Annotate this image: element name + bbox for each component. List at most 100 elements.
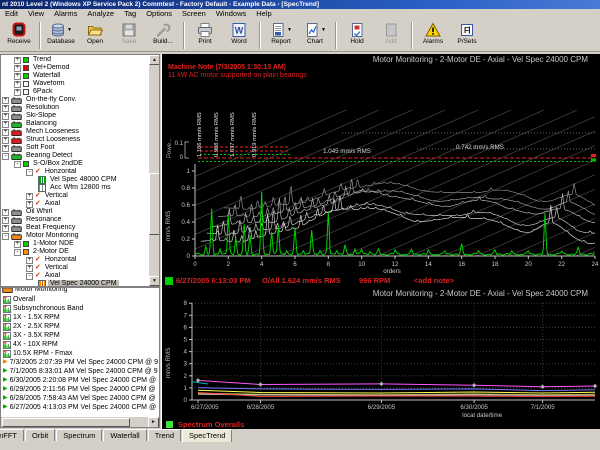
expand-icon[interactable]: + <box>2 96 9 104</box>
expand-icon[interactable]: + <box>2 112 9 120</box>
menu-item-analyze[interactable]: Analyze <box>82 9 119 19</box>
tree-item-bearing-detect[interactable]: - Bearing Detect <box>2 152 147 160</box>
toolbar-button-add[interactable]: Add <box>375 21 407 50</box>
tree-item-vertical[interactable]: + ✓ Vertical <box>2 192 147 200</box>
tree-vertical-scrollbar[interactable]: ▲ ▼ <box>148 55 159 286</box>
collapse-icon[interactable]: - <box>2 152 9 160</box>
trend-plot[interactable]: 0 1 2 3 4 5 6 7 8 6/27/2005 6/28/2005 6/29/2005 6/30… <box>162 288 600 419</box>
expand-icon[interactable]: + <box>26 192 33 200</box>
tree-item-axial[interactable]: + ✓ Axial <box>2 200 147 208</box>
tree-item-waveform[interactable]: + Waveform <box>2 80 147 88</box>
tree-item-partial[interactable]: Motor Monitoring <box>2 288 158 295</box>
menu-item-screen[interactable]: Screen <box>177 9 211 19</box>
tab-orbit[interactable]: Orbit <box>25 429 56 441</box>
dropdown-arrow-icon[interactable]: ▼ <box>67 27 72 33</box>
menu-item-windows[interactable]: Windows <box>211 9 251 19</box>
band-item-2x-2-5x-rpm[interactable]: 2X - 2.5X RPM <box>2 322 158 331</box>
expand-icon[interactable]: + <box>2 120 9 128</box>
expand-icon[interactable]: + <box>14 240 21 248</box>
measurement-item[interactable]: ▶ 6/30/2005 2:20:08 PM Vel Spec 24000 CPM… <box>2 376 158 385</box>
expand-icon[interactable]: + <box>26 200 33 208</box>
tree-item-vel-spec-24000-cpm[interactable]: Vel Spec 24000 CPM <box>2 280 147 286</box>
tree-item-1-motor-nde[interactable]: +1-Motor NDE <box>2 240 147 248</box>
tree-item-horizontal[interactable]: - ✓ Horizontal <box>2 168 147 176</box>
expand-icon[interactable]: + <box>26 264 33 272</box>
toolbar-button-database[interactable]: ▼ Database <box>45 21 77 50</box>
collapse-icon[interactable]: - <box>26 272 33 280</box>
tab-spectrum[interactable]: Spectrum <box>56 429 103 441</box>
menu-item-tag[interactable]: Tag <box>119 9 141 19</box>
tree-item-horizontal[interactable]: + ✓ Horizontal <box>2 256 147 264</box>
toolbar-button-report[interactable]: ▼ Report <box>265 21 297 50</box>
scroll-up-icon[interactable]: ▲ <box>149 55 159 65</box>
tree-item-beat-frequency[interactable]: + Beat Frequency <box>2 224 147 232</box>
dropdown-arrow-icon[interactable]: ▼ <box>321 27 326 33</box>
scrollbar-thumb[interactable] <box>149 173 159 235</box>
tree-item-resonance[interactable]: + Resonance <box>2 216 147 224</box>
expand-icon[interactable]: + <box>26 256 33 264</box>
expand-icon[interactable]: + <box>2 216 9 224</box>
spectrum-plot[interactable]: 1.186 mm/s RMS 0.988 mm/s RMS 1.037 mm/s R… <box>162 54 600 288</box>
tree-item-oil-whirl[interactable]: + Oil Whirl <box>2 208 147 216</box>
menu-item-help[interactable]: Help <box>251 9 276 19</box>
tree-item-resolution[interactable]: + Resolution <box>2 104 147 112</box>
measurement-item[interactable]: ▶ 6/27/2005 4:13:03 PM Vel Spec 24000 CPM… <box>2 403 158 412</box>
collapse-icon[interactable]: - <box>26 168 33 176</box>
band-item-3x-3-5x-rpm[interactable]: 3X - 3.5X RPM <box>2 331 158 340</box>
tree-item-mech-looseness[interactable]: + Mech Looseness <box>2 128 147 136</box>
expand-icon[interactable]: + <box>2 144 9 152</box>
tree-item-balancing[interactable]: + Balancing <box>2 120 147 128</box>
tree-item-on-the-fly-conv[interactable]: + On-the-fly Conv. <box>2 96 147 104</box>
toolbar-button-save[interactable]: Save <box>113 21 145 50</box>
band-item-1x-1-5x-rpm[interactable]: 1X - 1.5X RPM <box>2 313 158 322</box>
collapse-icon[interactable]: - <box>14 248 21 256</box>
measurement-item[interactable]: ▶ 6/28/2005 7:58:43 AM Vel Spec 24000 CPM… <box>2 394 158 403</box>
toolbar-button-chart[interactable]: ▼ Chart <box>299 21 331 50</box>
tree-item-vel-spec-48000-cpm[interactable]: Vel Spec 48000 CPM <box>2 176 147 184</box>
band-item-overall[interactable]: Overall <box>2 295 158 304</box>
toolbar-button-p-sets[interactable]: F P/Sets <box>451 21 483 50</box>
collapse-icon[interactable]: - <box>14 160 21 168</box>
tab-trend[interactable]: Trend <box>147 429 182 441</box>
expand-icon[interactable]: + <box>14 80 21 88</box>
tab-spectrend[interactable]: SpecTrend <box>182 429 233 442</box>
expand-icon[interactable]: + <box>2 136 9 144</box>
scrollbar-thumb[interactable] <box>2 418 130 427</box>
expand-icon[interactable]: + <box>2 104 9 112</box>
measurement-item[interactable]: ▶ 7/1/2005 8:33:01 AM Vel Spec 24000 CPM … <box>2 367 158 376</box>
toolbar-button-build[interactable]: Build... <box>147 21 179 50</box>
toolbar-button-alarms[interactable]: Alarms <box>417 21 449 50</box>
tree-item-2-motor-de[interactable]: - 2-Motor DE <box>2 248 147 256</box>
tree-item-vertical[interactable]: + ✓ Vertical <box>2 264 147 272</box>
menu-item-alarms[interactable]: Alarms <box>49 9 82 19</box>
tree-item-acc-wfm-12800-ms[interactable]: Acc Wfm 12800 ms <box>2 184 147 192</box>
tree-item-vel-demod[interactable]: + Vel+Demod <box>2 64 147 72</box>
toolbar-button-word[interactable]: W Word <box>223 21 255 50</box>
spectrum-chart[interactable]: 1.186 mm/s RMS 0.988 mm/s RMS 1.037 mm/s R… <box>161 54 600 288</box>
band-item-subsynchronous-band[interactable]: Subsynchronous Band <box>2 304 158 313</box>
expand-icon[interactable]: + <box>14 72 21 80</box>
menu-item-view[interactable]: View <box>23 9 49 19</box>
expand-icon[interactable]: + <box>14 88 21 96</box>
expand-icon[interactable]: + <box>2 128 9 136</box>
toolbar-button-hold[interactable]: Hold <box>341 21 373 50</box>
tree-item-soft-foot[interactable]: + Soft Foot <box>2 144 147 152</box>
tree-item-s-o-box-2ndde[interactable]: - S-O/Box 2ndDE <box>2 160 147 168</box>
tree-item-trend[interactable]: + Trend <box>2 56 147 64</box>
tree-item-waterfall[interactable]: + Waterfall <box>2 72 147 80</box>
tree-item-ski-slope[interactable]: + Ski-Slope <box>2 112 147 120</box>
tree-item-axial[interactable]: - ✓ Axial <box>2 272 147 280</box>
scroll-down-icon[interactable]: ▼ <box>149 276 159 286</box>
measurement-item[interactable]: ▶ 7/3/2005 2:07:39 PM Vel Spec 24000 CPM … <box>2 358 158 367</box>
toolbar-button-receive[interactable]: Receive <box>3 21 35 50</box>
measurement-item[interactable]: ▶ 6/29/2005 2:11:56 PM Vel Spec 24000 CPM… <box>2 385 158 394</box>
expand-icon[interactable]: + <box>14 56 21 64</box>
expand-icon[interactable]: + <box>2 208 9 216</box>
trend-chart[interactable]: 0 1 2 3 4 5 6 7 8 6/27/2005 6/28/2005 6/29/2005 6/30… <box>161 288 600 419</box>
expand-icon[interactable]: + <box>2 224 9 232</box>
tree-item-motor-monitoring[interactable]: - Motor Monitoring <box>2 232 147 240</box>
tree-item-struct-looseness[interactable]: + Struct Looseness <box>2 136 147 144</box>
tree-item-6pack[interactable]: +6Pack <box>2 88 147 96</box>
menu-item-edit[interactable]: Edit <box>0 9 23 19</box>
window-titlebar[interactable]: nt 2010 Level 2 (Windows XP Service Pack… <box>0 0 600 9</box>
